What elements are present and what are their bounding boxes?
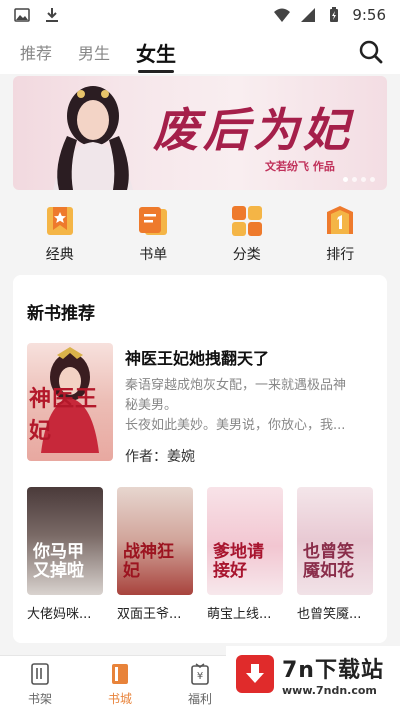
wifi-icon	[274, 8, 291, 22]
book-item[interactable]: 你马甲又掉啦 大佬妈咪...	[27, 487, 103, 622]
banner-pagination	[343, 177, 375, 182]
category-icon	[231, 206, 262, 236]
signal-icon	[301, 8, 316, 22]
banner-dot	[370, 177, 375, 182]
top-tab-bar: 推荐 男生 女生	[0, 30, 400, 74]
book-cover-text: 爹地请接好	[213, 542, 264, 581]
book-item[interactable]: 战神狂妃 双面王爷...	[117, 487, 193, 622]
book-name: 也曾笑魇...	[297, 607, 362, 622]
bookshelf-icon	[31, 663, 49, 685]
quick-nav-category[interactable]: 分类	[200, 204, 294, 266]
featured-book-cover[interactable]: 神医王妃	[27, 343, 113, 461]
welfare-icon: ¥	[191, 663, 209, 685]
book-item[interactable]: 爹地请接好 萌宝上线...	[207, 487, 283, 622]
banner-dot	[343, 177, 348, 182]
download-icon	[46, 8, 58, 22]
featured-cover-text: 神医王妃	[29, 386, 99, 444]
quick-nav-label: 经典	[45, 247, 74, 263]
battery-icon	[330, 7, 339, 22]
book-name: 大佬妈咪...	[27, 607, 92, 622]
quick-nav-booklist[interactable]: 书单	[107, 204, 201, 266]
featured-book-author: 作者：姜婉	[125, 449, 195, 465]
section-title: 新书推荐	[27, 304, 95, 324]
quick-nav-label: 分类	[232, 247, 261, 263]
book-cover-text: 战神狂妃	[123, 542, 174, 581]
star-bookmark-icon	[46, 207, 73, 235]
tab-recommend[interactable]: 推荐	[20, 40, 52, 64]
svg-text:¥: ¥	[197, 671, 203, 682]
bottom-nav-label: 书架	[27, 692, 52, 706]
book-name: 双面王爷...	[117, 607, 182, 622]
featured-book-description: 秦语穿越成炮灰女配，一来就遇极品神 秘美男。 长夜如此美妙。美男说，你放心，我.…	[125, 376, 375, 436]
quick-nav: 经典 书单 分类 排行	[13, 204, 387, 266]
quick-nav-label: 排行	[326, 247, 355, 263]
tab-female[interactable]: 女生	[136, 38, 176, 73]
bookstore-icon	[112, 664, 128, 684]
bottom-nav-label: 福利	[187, 692, 212, 706]
book-cover[interactable]: 也曾笑魇如花	[297, 487, 373, 595]
watermark-url: www.7ndn.com	[282, 683, 377, 697]
book-cover-text: 也曾笑魇如花	[303, 542, 354, 581]
book-cover[interactable]: 你马甲又掉啦	[27, 487, 103, 595]
bottom-nav-bookshelf[interactable]: 书架	[0, 656, 80, 711]
new-books-card: 新书推荐 神医王妃 神医王妃她拽翻天了 秦语穿越成炮灰女配，一来就遇极品神 秘美…	[13, 275, 387, 643]
status-bar: 9:56	[0, 0, 400, 30]
book-cover[interactable]: 战神狂妃	[117, 487, 193, 595]
watermark-download-icon	[236, 655, 274, 693]
ranking-icon	[327, 206, 354, 234]
image-icon	[14, 8, 30, 22]
description-line: 长夜如此美妙。美男说，你放心，我...	[125, 418, 346, 433]
watermark-text: 7n下载站 www.7ndn.com	[282, 652, 384, 697]
banner-dot	[361, 177, 366, 182]
banner-subtitle: 文若纷飞 作品	[265, 160, 335, 173]
bottom-nav-label: 书城	[107, 692, 132, 706]
description-line: 秘美男。	[125, 398, 178, 413]
booklist-icon	[139, 207, 168, 235]
featured-book-title[interactable]: 神医王妃她拽翻天了	[125, 345, 269, 369]
banner-character-image	[53, 86, 133, 190]
banner-title: 废后为妃	[153, 103, 353, 157]
book-grid: 你马甲又掉啦 大佬妈咪... 战神狂妃 双面王爷... 爹地请接好 萌宝上线..…	[27, 487, 373, 622]
book-cover[interactable]: 爹地请接好	[207, 487, 283, 595]
quick-nav-label: 书单	[139, 247, 168, 263]
book-item[interactable]: 也曾笑魇如花 也曾笑魇...	[297, 487, 373, 622]
watermark-logo: 7n下载站 www.7ndn.com	[226, 646, 400, 702]
banner-dot	[352, 177, 357, 182]
description-line: 秦语穿越成炮灰女配，一来就遇极品神	[125, 378, 347, 393]
book-name: 萌宝上线...	[207, 607, 272, 622]
status-time: 9:56	[352, 6, 386, 24]
promo-banner[interactable]: 废后为妃 文若纷飞 作品	[13, 76, 387, 190]
quick-nav-classic[interactable]: 经典	[13, 204, 107, 266]
tab-male[interactable]: 男生	[78, 40, 110, 64]
quick-nav-ranking[interactable]: 排行	[294, 204, 388, 266]
bottom-nav-bookstore[interactable]: 书城	[80, 656, 160, 711]
search-icon[interactable]	[358, 39, 384, 65]
watermark-title: 7n下载站	[282, 657, 384, 683]
book-cover-text: 你马甲又掉啦	[33, 542, 84, 581]
